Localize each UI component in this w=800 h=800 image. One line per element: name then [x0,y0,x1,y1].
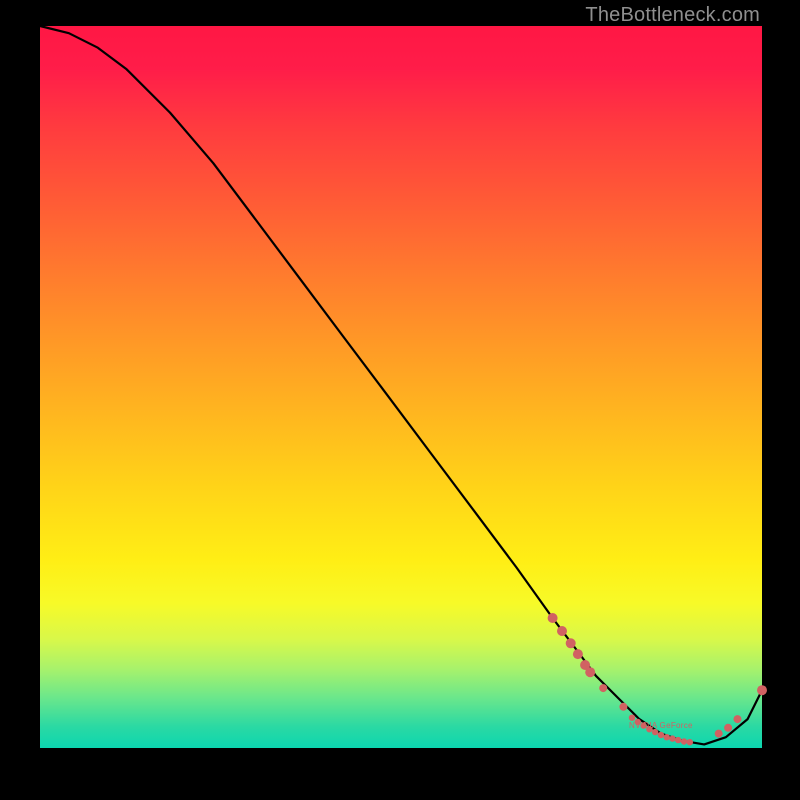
data-marker [652,729,658,735]
data-marker [658,732,664,738]
data-marker [724,724,732,732]
chart-stage: TheBottleneck.com NVIDIA GeForce [0,0,800,800]
data-marker [757,685,767,695]
data-marker [681,738,687,744]
chart-svg: NVIDIA GeForce [40,26,762,748]
plot-area: NVIDIA GeForce [40,26,762,748]
bottleneck-curve [40,26,762,744]
data-marker [557,626,567,636]
chart-annotations: NVIDIA GeForce [629,721,693,730]
data-marker [585,667,595,677]
data-marker [566,638,576,648]
watermark-text: TheBottleneck.com [585,4,760,27]
data-marker [664,734,670,740]
data-marker [715,730,723,738]
data-marker [687,739,693,745]
data-marker [573,649,583,659]
chart-annotation: NVIDIA GeForce [629,721,693,730]
data-marker [675,737,681,743]
data-marker [599,684,607,692]
data-marker [548,613,558,623]
data-marker [669,735,675,741]
data-marker [734,715,742,723]
data-marker [619,703,627,711]
